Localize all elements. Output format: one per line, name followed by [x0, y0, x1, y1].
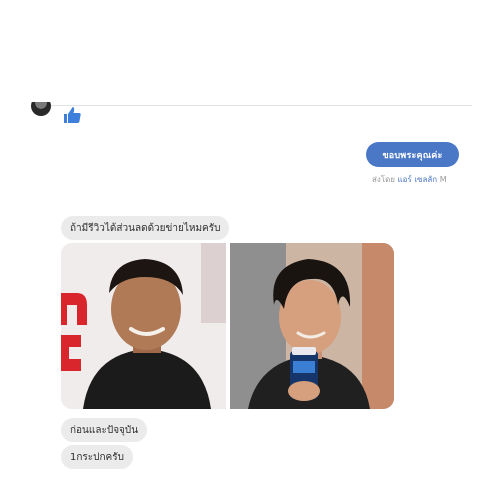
sent-message-text: ขอบพระคุณค่ะ: [382, 150, 443, 161]
received-message[interactable]: ถ้ามีรีวิวได้ส่วนลดด้วยข่ายไหมครับ: [61, 216, 230, 240]
after-photo[interactable]: [230, 243, 394, 409]
conversation-divider: [34, 105, 472, 106]
received-message[interactable]: 1กระปกครับ: [61, 445, 133, 469]
thumbs-up-icon[interactable]: [61, 105, 83, 125]
after-photo-image: [230, 243, 394, 409]
sent-message[interactable]: ขอบพระคุณค่ะ: [366, 142, 459, 167]
received-message[interactable]: ก่อนและปัจจุบัน: [61, 418, 148, 442]
sent-by-label: ส่งโดย แอร์ เซลลัก M: [372, 173, 447, 186]
before-photo-image: [61, 243, 226, 409]
received-message-text: 1กระปกครับ: [70, 451, 124, 463]
sent-by-name[interactable]: แอร์ เซลลัก: [398, 175, 438, 184]
received-message-text: ก่อนและปัจจุบัน: [70, 424, 139, 436]
received-message-text: ถ้ามีรีวิวได้ส่วนลดด้วยข่ายไหมครับ: [70, 222, 221, 234]
sender-avatar: [31, 102, 51, 116]
sent-by-prefix: ส่งโดย: [372, 175, 395, 184]
sent-by-suffix: M: [439, 175, 447, 184]
before-photo[interactable]: [61, 243, 226, 409]
